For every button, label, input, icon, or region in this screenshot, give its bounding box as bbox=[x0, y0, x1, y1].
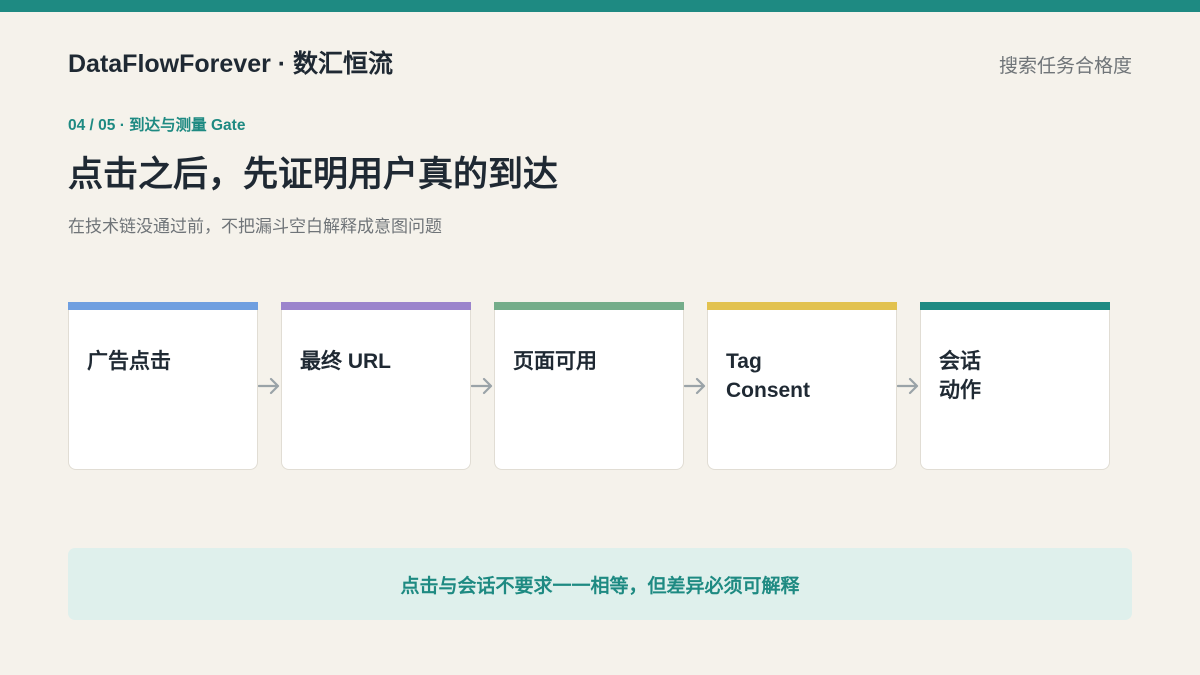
brand-title: DataFlowForever · 数汇恒流 bbox=[68, 50, 394, 78]
arrow-right-icon bbox=[897, 376, 920, 396]
flow-step-final-url: 最终 URL bbox=[281, 302, 471, 470]
arrow-right-icon bbox=[471, 376, 494, 396]
flow-step-tag-consent: Tag Consent bbox=[707, 302, 897, 470]
step-accent-bar bbox=[920, 302, 1110, 310]
callout-box: 点击与会话不要求一一相等，但差异必须可解释 bbox=[68, 548, 1132, 620]
callout-text: 点击与会话不要求一一相等，但差异必须可解释 bbox=[400, 575, 800, 597]
header-link[interactable]: 搜索任务合格度 bbox=[999, 51, 1132, 78]
arrow-right-icon bbox=[258, 376, 281, 396]
step-accent-bar bbox=[68, 302, 258, 310]
page-title: 点击之后，先证明用户真的到达 bbox=[68, 155, 559, 194]
step-label: 最终 URL bbox=[300, 350, 391, 373]
page-subtitle: 在技术链没通过前，不把漏斗空白解释成意图问题 bbox=[68, 217, 442, 236]
step-accent-bar bbox=[707, 302, 897, 310]
arrow-right-icon bbox=[684, 376, 707, 396]
flow-step-session-action: 会话 动作 bbox=[920, 302, 1110, 470]
step-label: Tag Consent bbox=[726, 350, 810, 402]
step-label: 页面可用 bbox=[513, 350, 597, 373]
step-label: 会话 动作 bbox=[939, 350, 981, 402]
flow-diagram: 广告点击 最终 URL 页面可用 Tag Consent 会话 动作 bbox=[68, 302, 1110, 470]
step-accent-bar bbox=[494, 302, 684, 310]
flow-step-page-available: 页面可用 bbox=[494, 302, 684, 470]
slide-kicker: 04 / 05 · 到达与测量 Gate bbox=[68, 117, 246, 134]
flow-step-ad-click: 广告点击 bbox=[68, 302, 258, 470]
step-accent-bar bbox=[281, 302, 471, 310]
step-label: 广告点击 bbox=[87, 350, 171, 373]
top-accent-bar bbox=[0, 0, 1200, 12]
